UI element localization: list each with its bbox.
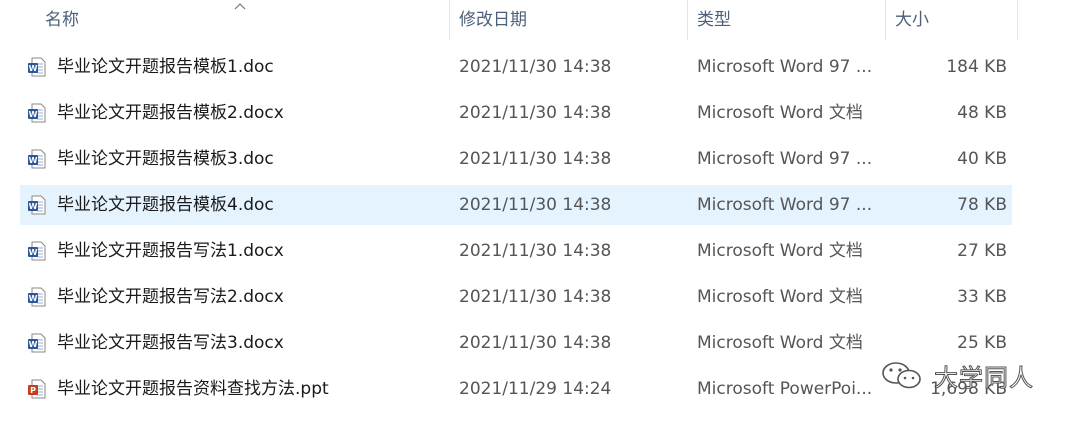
word-docx-icon: W	[28, 103, 46, 123]
file-name: 毕业论文开题报告模板2.docx	[57, 103, 284, 123]
file-modified-date: 2021/11/30 14:38	[459, 333, 612, 353]
file-modified-date: 2021/11/30 14:38	[459, 57, 612, 77]
word-docx-icon: W	[28, 333, 46, 353]
file-name: 毕业论文开题报告写法1.docx	[57, 241, 284, 261]
word-docx-icon: W	[28, 287, 46, 307]
file-name: 毕业论文开题报告资料查找方法.ppt	[57, 379, 329, 399]
file-name: 毕业论文开题报告写法2.docx	[57, 287, 284, 307]
file-name: 毕业论文开题报告模板3.doc	[57, 149, 274, 169]
svg-text:W: W	[29, 156, 38, 165]
file-modified-date: 2021/11/30 14:38	[459, 103, 612, 123]
column-divider[interactable]	[687, 0, 688, 40]
column-divider[interactable]	[885, 0, 886, 40]
file-type: Microsoft Word 文档	[697, 241, 863, 261]
column-divider[interactable]	[449, 0, 450, 40]
file-type: Microsoft Word 文档	[697, 287, 863, 307]
file-row[interactable]: W 毕业论文开题报告模板3.doc 2021/11/30 14:38 Microsof…	[20, 139, 1012, 179]
file-name: 毕业论文开题报告写法3.docx	[57, 333, 284, 353]
file-size: 40 KB	[957, 149, 1007, 169]
file-type: Microsoft Word 文档	[697, 103, 863, 123]
file-size: 25 KB	[957, 333, 1007, 353]
file-explorer: 名称 修改日期 类型 大小 W 毕业论文开题报告模板1.doc 2021/11/30…	[0, 0, 1080, 421]
word-doc-icon: W	[28, 195, 46, 215]
file-row[interactable]: W 毕业论文开题报告写法1.docx 2021/11/30 14:38 Microso…	[20, 231, 1012, 271]
file-modified-date: 2021/11/29 14:24	[459, 379, 612, 399]
powerpoint-icon: P	[28, 379, 46, 399]
column-header-size[interactable]: 大小	[895, 0, 929, 40]
column-header-bar: 名称 修改日期 类型 大小	[0, 0, 1080, 40]
word-doc-icon: W	[28, 149, 46, 169]
svg-text:W: W	[29, 202, 38, 211]
sort-ascending-icon[interactable]	[234, 2, 246, 10]
file-type: Microsoft Word 97 ...	[697, 57, 873, 77]
file-type: Microsoft PowerPoi...	[697, 379, 873, 399]
column-divider[interactable]	[1017, 0, 1018, 40]
file-modified-date: 2021/11/30 14:38	[459, 149, 612, 169]
file-type: Microsoft Word 文档	[697, 333, 863, 353]
file-modified-date: 2021/11/30 14:38	[459, 241, 612, 261]
svg-text:P: P	[30, 386, 36, 395]
file-size: 78 KB	[957, 195, 1007, 215]
svg-text:W: W	[29, 340, 38, 349]
file-row[interactable]: W 毕业论文开题报告模板1.doc 2021/11/30 14:38 Microsof…	[20, 47, 1012, 87]
file-size: 33 KB	[957, 287, 1007, 307]
file-row[interactable]: W 毕业论文开题报告写法2.docx 2021/11/30 14:38 Microso…	[20, 277, 1012, 317]
file-name: 毕业论文开题报告模板4.doc	[57, 195, 274, 215]
file-row[interactable]: P 毕业论文开题报告资料查找方法.ppt 2021/11/29 14:24 Micro…	[20, 369, 1012, 409]
file-row[interactable]: W 毕业论文开题报告模板2.docx 2021/11/30 14:38 Microso…	[20, 93, 1012, 133]
file-row[interactable]: W 毕业论文开题报告模板4.doc 2021/11/30 14:38 Microsof…	[20, 185, 1012, 225]
file-size: 48 KB	[957, 103, 1007, 123]
file-row[interactable]: W 毕业论文开题报告写法3.docx 2021/11/30 14:38 Microso…	[20, 323, 1012, 363]
file-type: Microsoft Word 97 ...	[697, 149, 873, 169]
file-size: 1,698 KB	[930, 379, 1007, 399]
column-header-type[interactable]: 类型	[697, 0, 731, 40]
file-type: Microsoft Word 97 ...	[697, 195, 873, 215]
column-header-name[interactable]: 名称	[45, 0, 79, 40]
file-size: 27 KB	[957, 241, 1007, 261]
file-modified-date: 2021/11/30 14:38	[459, 287, 612, 307]
column-header-date[interactable]: 修改日期	[459, 0, 527, 40]
file-modified-date: 2021/11/30 14:38	[459, 195, 612, 215]
word-docx-icon: W	[28, 241, 46, 261]
word-doc-icon: W	[28, 57, 46, 77]
svg-text:W: W	[29, 110, 38, 119]
svg-text:W: W	[29, 248, 38, 257]
file-size: 184 KB	[946, 57, 1007, 77]
svg-text:W: W	[29, 294, 38, 303]
svg-text:W: W	[29, 64, 38, 73]
file-name: 毕业论文开题报告模板1.doc	[57, 57, 274, 77]
